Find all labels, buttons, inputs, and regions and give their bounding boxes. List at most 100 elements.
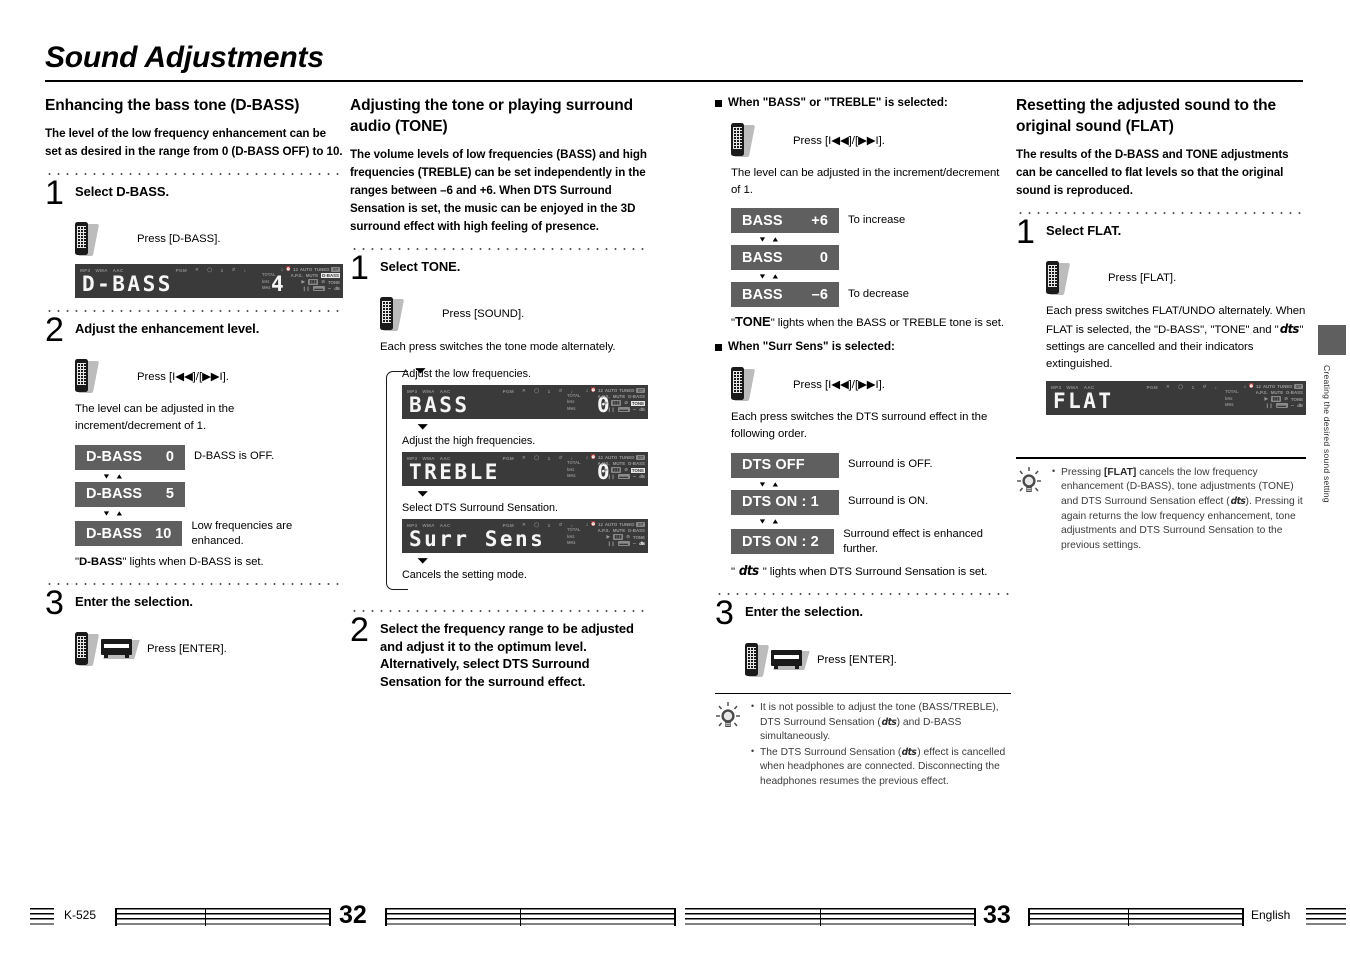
status-box-row: D-BASS 0 D-BASS is OFF.	[75, 444, 343, 470]
status-box-value: –6	[811, 286, 828, 303]
step-title: Select the frequency range to be adjuste…	[380, 621, 634, 689]
status-box-value: 10	[155, 525, 172, 542]
press-instruction-row: Press [I◀◀]/[▶▶I].	[731, 123, 1011, 157]
step-number: 3	[45, 583, 64, 622]
tone-mode-flow-diagram: ▼ Adjust the low frequencies. MP3 WMA AAC …	[380, 365, 648, 598]
lcd-display-surr-sens: MP3 WMA AAC PGM ✕ ◯ 1 ↺ ♪ Surr Sens TOTAL kHz MHz…	[402, 519, 648, 554]
tip-text-list: It is not possible to adjust the tone (B…	[749, 700, 1011, 791]
up-down-arrows: ▼ ▲	[758, 516, 780, 525]
subsection-surr-body: Press [I◀◀]/[▶▶I]. Each press switches t…	[731, 367, 1011, 581]
lcd-display-d-bass: MP3 WMA AAC PGM ✕ ◯ 1 ↺ ♪ D-BASS 4 TOTAL kHz MHz …	[75, 264, 343, 299]
remote-control-icon	[75, 632, 100, 667]
status-box-row: D-BASS 5	[75, 481, 343, 507]
status-box-row: BASS –6 To decrease	[731, 282, 1011, 308]
section-heading-flat: Resetting the adjusted sound to the orig…	[1016, 97, 1277, 135]
press-instruction-row: Press [ENTER].	[75, 632, 343, 667]
status-box-label: DTS ON : 1	[742, 494, 819, 511]
up-down-arrows: ▼ ▲	[758, 235, 780, 244]
status-box: BASS +6	[731, 208, 839, 234]
lcd-display-flat: MP3 WMA AAC PGM ✕ ◯ 1 ↺ ♪ FLAT TOTAL kHz MHz ♫ ⏰ 12…	[1046, 381, 1306, 416]
subsection-footnote: " dts " lights when DTS Surround Sensati…	[731, 563, 988, 579]
device-glyphs	[1046, 260, 1108, 295]
section-intro-d-bass: The level of the low frequency enhanceme…	[45, 126, 343, 158]
dotted-separator	[1016, 211, 1306, 214]
step-3-enter: 3 Enter the selection.	[715, 596, 1011, 630]
staff-decoration	[685, 905, 975, 929]
step-title: Enter the selection.	[745, 604, 863, 620]
press-label: Press [I◀◀]/[▶▶I].	[137, 370, 229, 383]
column-d-bass: Enhancing the bass tone (D-BASS) The lev…	[45, 96, 343, 674]
tip-block: It is not possible to adjust the tone (B…	[715, 692, 1011, 791]
remote-control-icon	[75, 359, 100, 394]
remote-control-icon	[731, 367, 756, 402]
tip-block: Pressing [FLAT] cancels the low frequenc…	[1016, 457, 1306, 554]
lcd-right-indicators: TOTAL kHz MHz ♫ ⏰ 12 AUTO TUNED ST A.P.S. MUTE D-…	[567, 521, 645, 547]
flow-arrow-down-icon: ▼	[411, 365, 430, 377]
status-box-value: 0	[819, 249, 828, 266]
subsection-footnote: "TONE" lights when the BASS or TREBLE to…	[731, 314, 1004, 330]
status-box-value: +6	[811, 212, 828, 229]
step-1-select-tone: 1 Select TONE.	[350, 248, 648, 287]
column-flat: Resetting the adjusted sound to the orig…	[1016, 96, 1306, 554]
step-number: 1	[350, 248, 369, 287]
subsection-label: When "Surr Sens" is selected:	[728, 340, 895, 354]
subsection-note: The level can be adjusted in the increme…	[731, 167, 1000, 197]
lcd-main-text: FLAT	[1053, 389, 1114, 414]
lcd-display-treble: MP3 WMA AAC PGM ✕ ◯ 1 ↺ ♪ TREBLE 0 TOTAL kHz MHz …	[402, 452, 648, 487]
step-2-adjust-level: 2 Adjust the enhancement level.	[45, 311, 343, 350]
step-note: Each press switches the tone mode altern…	[380, 340, 616, 353]
status-box-row: BASS +6 To increase	[731, 208, 1011, 234]
press-label: Press [I◀◀]/[▶▶I].	[793, 378, 885, 391]
status-box-row: DTS ON : 1 Surround is ON.	[731, 489, 1011, 515]
side-tab-label: Creating the desired sound setting	[1322, 365, 1332, 503]
page-title: Sound Adjustments	[45, 41, 324, 74]
dotted-separator	[350, 247, 648, 250]
status-box: BASS 0	[731, 245, 839, 271]
press-label: Press [FLAT].	[1108, 271, 1177, 284]
subsection-label: When "BASS" or "TREBLE" is selected:	[728, 96, 948, 109]
lcd-main-text: Surr Sens	[409, 527, 546, 552]
section-intro-tone: The volume levels of low frequencies (BA…	[350, 147, 647, 233]
stereo-unit-icon	[771, 648, 810, 672]
dotted-separator	[350, 610, 648, 613]
step-title: Enter the selection.	[75, 593, 193, 609]
lightbulb-icon	[715, 701, 743, 735]
stereo-unit-icon	[101, 637, 140, 661]
step-1-body: Press [SOUND]. Each press switches the t…	[380, 296, 648, 598]
status-box-note: Low frequencies are enhanced.	[191, 519, 293, 547]
dotted-separator	[45, 310, 343, 313]
device-glyphs	[75, 222, 137, 257]
step-2-body: Press [I◀◀]/[▶▶I]. The level can be adju…	[75, 359, 343, 571]
status-box-label: D-BASS	[86, 449, 143, 466]
status-box-note: To increase	[848, 214, 906, 227]
staff-divider	[974, 908, 976, 926]
tip-rule	[715, 692, 1011, 694]
dotted-separator	[715, 593, 1011, 596]
page-footer: K-525 32 33 English	[0, 901, 1350, 947]
language-label: English	[1251, 908, 1291, 922]
subsection-note: Each press switches the DTS surround eff…	[731, 411, 988, 441]
status-box-label: BASS	[742, 286, 783, 303]
staff-divider	[674, 908, 676, 926]
step-title: Adjust the enhancement level.	[75, 321, 260, 337]
status-box-row: BASS 0	[731, 245, 1011, 271]
status-box: DTS ON : 1	[731, 489, 839, 515]
lcd-main-text: D-BASS	[82, 272, 173, 297]
step-number: 2	[45, 311, 64, 350]
step-3-body: Press [ENTER].	[745, 642, 1011, 677]
staff-divider	[329, 908, 331, 926]
lcd-right-indicators: TOTAL kHz MHz ♫ ⏰ 12 AUTO TUNED ST A.P.S. MUTE D-…	[567, 387, 645, 413]
step-1-body: Press [FLAT]. Each press switches FLAT/U…	[1046, 260, 1306, 416]
square-bullet-icon	[715, 344, 722, 352]
device-glyphs	[731, 123, 793, 157]
press-instruction-row: Press [ENTER].	[745, 642, 1011, 677]
staff-divider	[1128, 908, 1130, 926]
staff-decoration	[30, 905, 54, 929]
tip-text-list: Pressing [FLAT] cancels the low frequenc…	[1050, 465, 1306, 555]
remote-control-icon	[731, 123, 756, 157]
manual-page-spread: Sound Adjustments Enhancing the bass ton…	[0, 0, 1350, 954]
staff-decoration	[385, 905, 675, 929]
section-heading-d-bass: Enhancing the bass tone (D-BASS)	[45, 97, 300, 114]
step-title: Select TONE.	[380, 258, 461, 274]
subsection-heading-bass-treble: When "BASS" or "TREBLE" is selected:	[715, 96, 1011, 109]
